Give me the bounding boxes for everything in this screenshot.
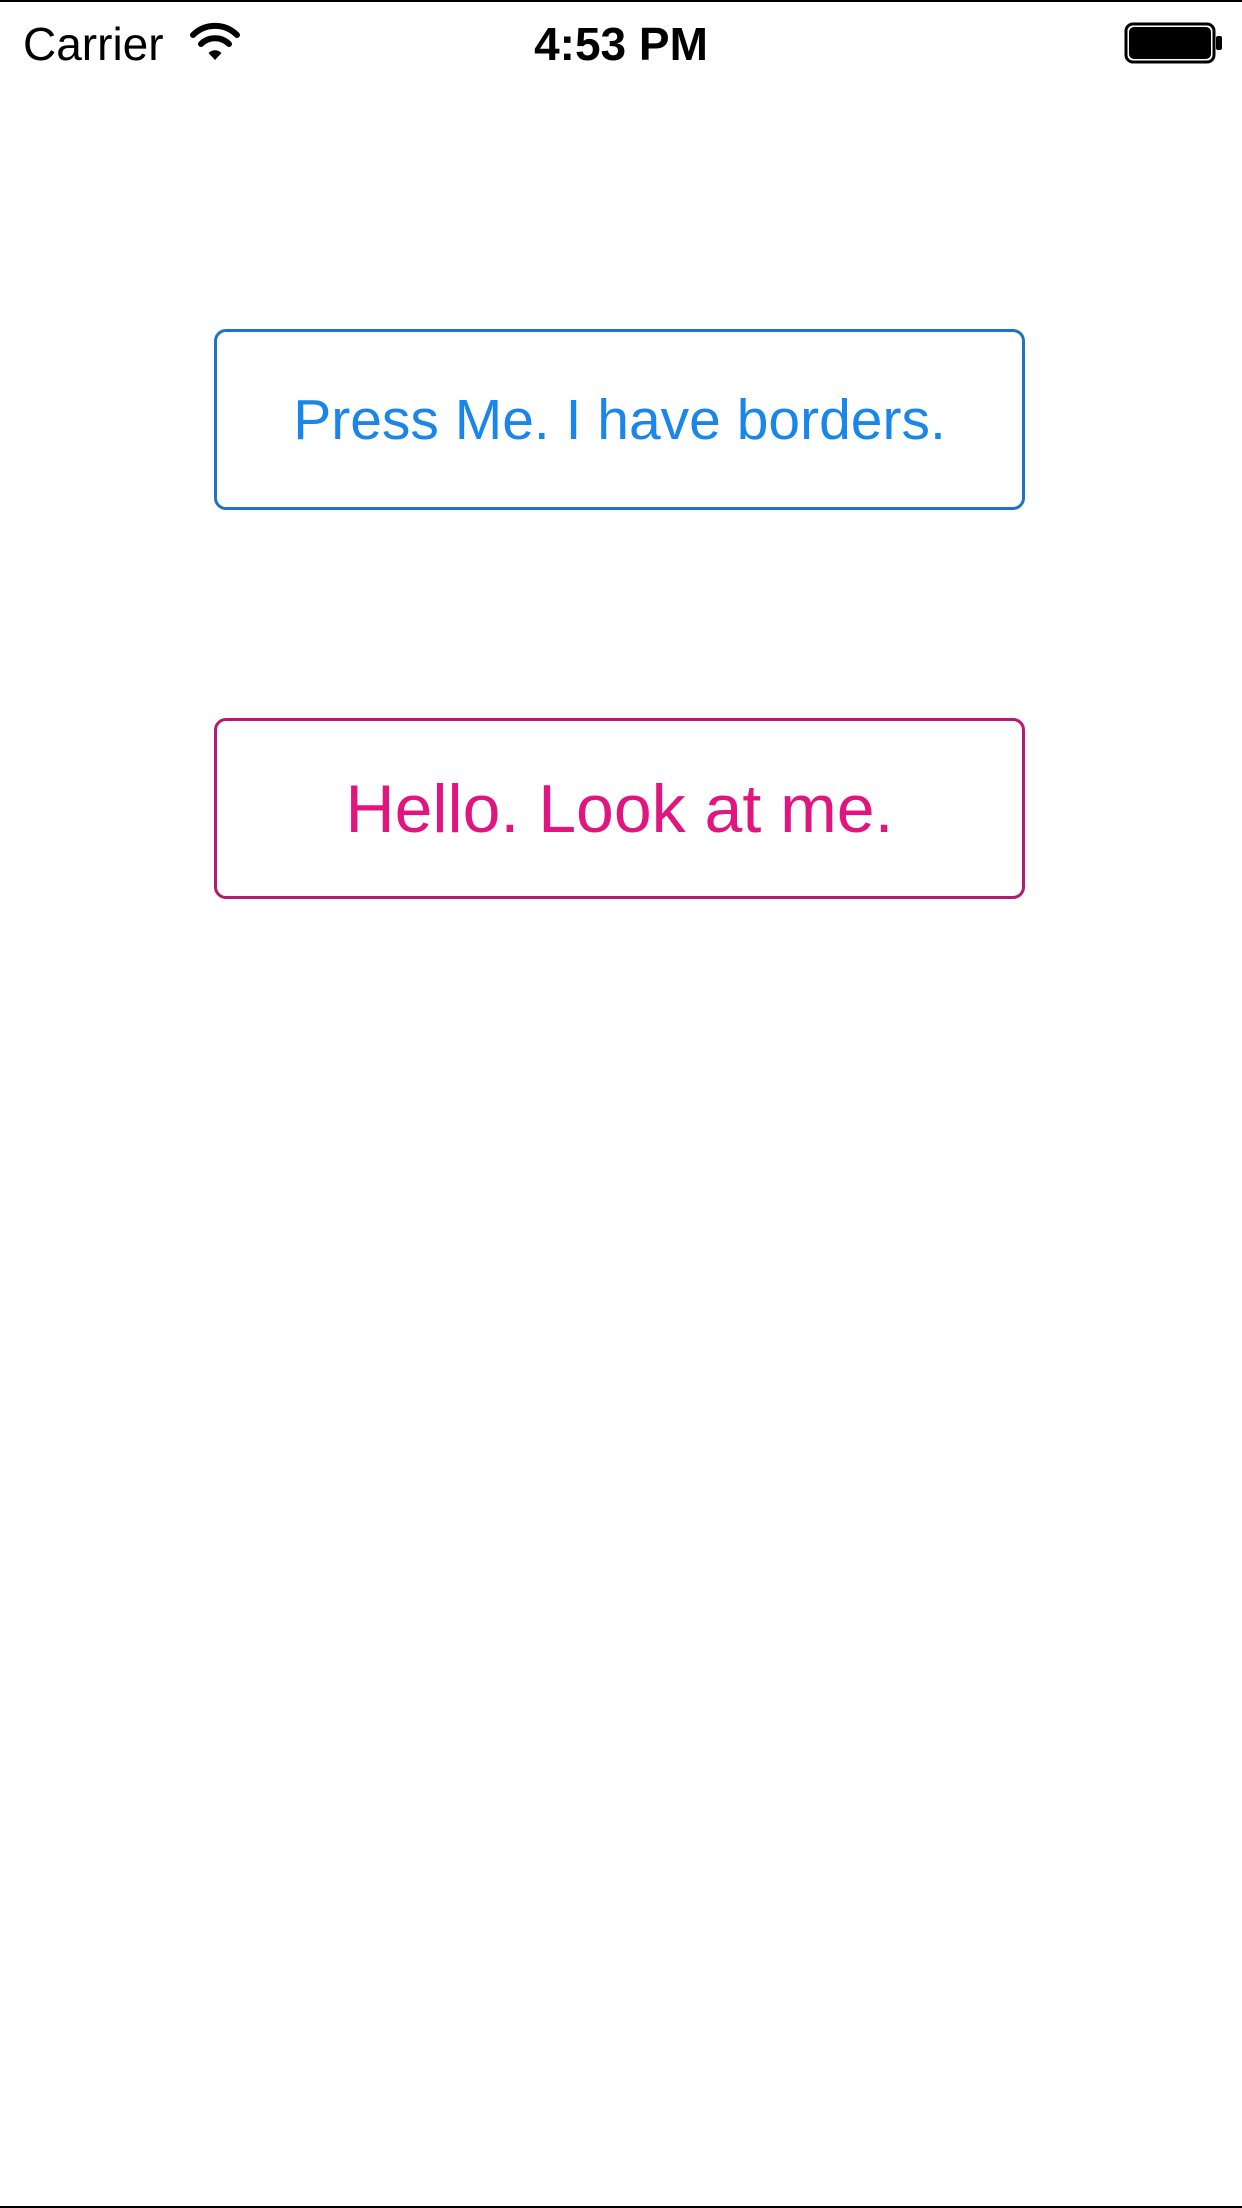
hello-look-button-label: Hello. Look at me. — [345, 770, 894, 847]
clock-time: 4:53 PM — [534, 18, 708, 70]
status-bar: Carrier 4:53 PM — [0, 2, 1242, 82]
press-me-button[interactable]: Press Me. I have borders. — [214, 329, 1025, 510]
battery-icon — [1124, 22, 1224, 64]
hello-look-button[interactable]: Hello. Look at me. — [214, 718, 1025, 899]
press-me-button-label: Press Me. I have borders. — [293, 387, 946, 452]
